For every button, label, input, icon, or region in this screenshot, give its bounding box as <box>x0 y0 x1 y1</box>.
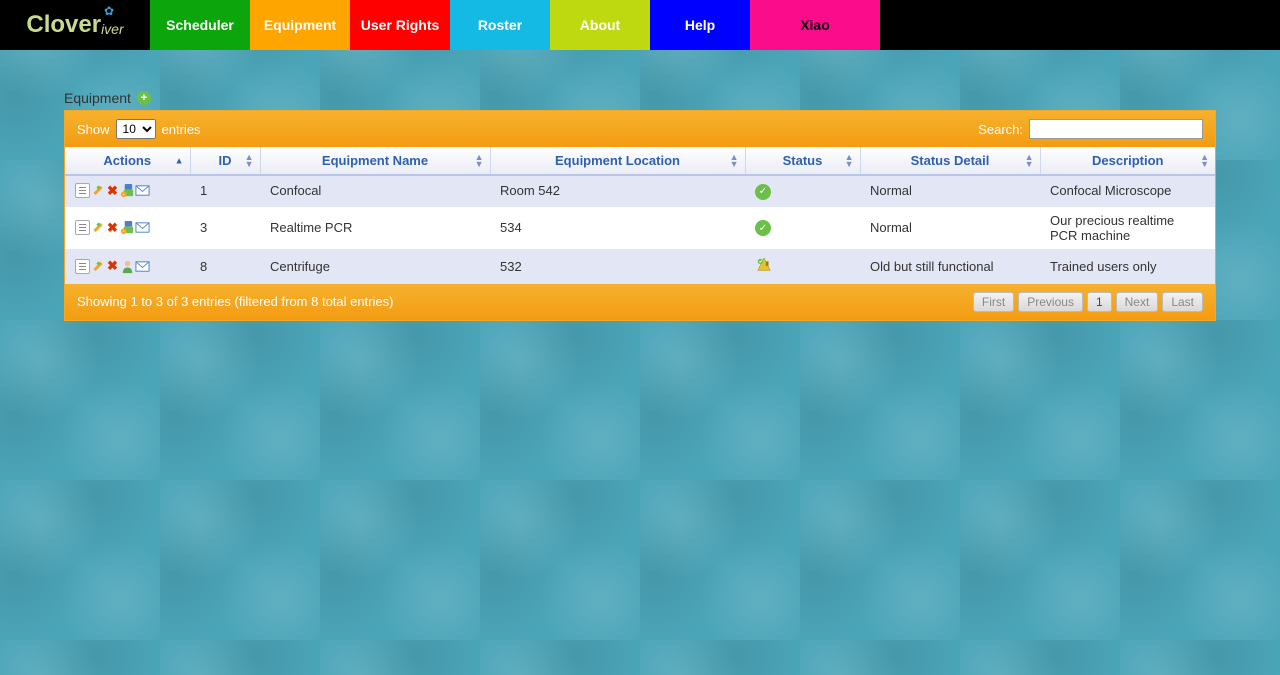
datatable: Show 10 entries Search: Actions▲ ID▲▼ Eq… <box>64 110 1216 321</box>
page-title-row: Equipment + <box>64 90 1216 106</box>
page-number-button[interactable]: 1 <box>1087 292 1112 312</box>
cell-name: Confocal <box>260 175 490 206</box>
cell-id: 8 <box>190 249 260 283</box>
mail-icon[interactable] <box>135 220 150 235</box>
table-row: ✖ 8Centrifuge532 Old but still functionalT… <box>65 249 1215 283</box>
sort-icon: ▲▼ <box>1200 154 1209 168</box>
status-ok-icon: ✓ <box>755 184 771 200</box>
svg-text:+: + <box>122 229 125 234</box>
header-row: Actions▲ ID▲▼ Equipment Name▲▼ Equipment… <box>65 147 1215 175</box>
pagination: First Previous 1 Next Last <box>973 292 1203 312</box>
page-title: Equipment <box>64 90 131 106</box>
detail-icon[interactable] <box>75 220 90 235</box>
detail-icon[interactable] <box>75 183 90 198</box>
table-row: ✖+1ConfocalRoom 542 ✓ NormalConfocal Micro… <box>65 175 1215 206</box>
datatable-info: Showing 1 to 3 of 3 entries (filtered fr… <box>77 294 394 309</box>
page-next-button[interactable]: Next <box>1116 292 1159 312</box>
col-header-actions[interactable]: Actions▲ <box>65 147 190 175</box>
content: Equipment + Show 10 entries Search: Acti… <box>64 90 1216 321</box>
cell-status: ✓ <box>745 175 860 206</box>
add-permission-icon[interactable]: + <box>120 220 135 235</box>
sort-icon: ▲ <box>175 157 184 164</box>
nav-about[interactable]: About <box>550 0 650 50</box>
col-header-location[interactable]: Equipment Location▲▼ <box>490 147 745 175</box>
top-nav: Cloveriver ✿ Scheduler Equipment User Ri… <box>0 0 1280 50</box>
cell-location: 534 <box>490 206 745 249</box>
svg-text:+: + <box>122 192 125 197</box>
nav-roster[interactable]: Roster <box>450 0 550 50</box>
search-input[interactable] <box>1029 119 1203 139</box>
brand-sub: iver <box>101 21 124 37</box>
col-header-status[interactable]: Status▲▼ <box>745 147 860 175</box>
cell-id: 3 <box>190 206 260 249</box>
mail-icon[interactable] <box>135 183 150 198</box>
cell-name: Centrifuge <box>260 249 490 283</box>
delete-icon[interactable]: ✖ <box>105 183 120 198</box>
page-first-button[interactable]: First <box>973 292 1014 312</box>
cell-description: Our precious realtime PCR machine <box>1040 206 1215 249</box>
cell-actions: ✖ <box>65 249 190 283</box>
add-equipment-icon[interactable]: + <box>137 91 151 105</box>
nav-equipment[interactable]: Equipment <box>250 0 350 50</box>
cell-location: 532 <box>490 249 745 283</box>
col-header-status-detail[interactable]: Status Detail▲▼ <box>860 147 1040 175</box>
cell-status: ✓ <box>745 206 860 249</box>
nav-scheduler[interactable]: Scheduler <box>150 0 250 50</box>
delete-icon[interactable]: ✖ <box>105 220 120 235</box>
edit-icon[interactable] <box>90 183 105 198</box>
sort-icon: ▲▼ <box>845 154 854 168</box>
edit-icon[interactable] <box>90 259 105 274</box>
nav-current-user[interactable]: Xiao <box>750 0 880 50</box>
datatable-bottom-bar: Showing 1 to 3 of 3 entries (filtered fr… <box>65 284 1215 320</box>
cell-name: Realtime PCR <box>260 206 490 249</box>
search-label: Search: <box>978 122 1023 137</box>
col-header-name[interactable]: Equipment Name▲▼ <box>260 147 490 175</box>
cell-actions: ✖+ <box>65 175 190 206</box>
edit-icon[interactable] <box>90 220 105 235</box>
user-icon[interactable] <box>120 259 135 274</box>
sort-icon: ▲▼ <box>245 154 254 168</box>
mail-icon[interactable] <box>135 259 150 274</box>
sort-icon: ▲▼ <box>1025 154 1034 168</box>
add-permission-icon[interactable]: + <box>120 183 135 198</box>
cell-status-detail: Normal <box>860 175 1040 206</box>
cell-id: 1 <box>190 175 260 206</box>
status-ok-icon: ✓ <box>755 220 771 236</box>
brand-logo: Cloveriver ✿ <box>0 0 150 50</box>
nav-help[interactable]: Help <box>650 0 750 50</box>
cell-description: Confocal Microscope <box>1040 175 1215 206</box>
cell-status-detail: Old but still functional <box>860 249 1040 283</box>
nav-user-rights[interactable]: User Rights <box>350 0 450 50</box>
equipment-table: Actions▲ ID▲▼ Equipment Name▲▼ Equipment… <box>65 147 1215 284</box>
page-length-select[interactable]: 10 <box>116 119 156 139</box>
col-header-id[interactable]: ID▲▼ <box>190 147 260 175</box>
status-warn-icon <box>755 256 773 277</box>
clover-icon: ✿ <box>104 4 114 18</box>
show-label-post: entries <box>162 122 201 137</box>
cell-location: Room 542 <box>490 175 745 206</box>
length-control: Show 10 entries <box>77 119 201 139</box>
sort-icon: ▲▼ <box>475 154 484 168</box>
brand-main: Clover <box>26 11 101 39</box>
show-label-pre: Show <box>77 122 110 137</box>
cell-status-detail: Normal <box>860 206 1040 249</box>
detail-icon[interactable] <box>75 259 90 274</box>
sort-icon: ▲▼ <box>730 154 739 168</box>
col-header-description[interactable]: Description▲▼ <box>1040 147 1215 175</box>
datatable-top-bar: Show 10 entries Search: <box>65 111 1215 147</box>
page-previous-button[interactable]: Previous <box>1018 292 1083 312</box>
cell-description: Trained users only <box>1040 249 1215 283</box>
cell-status <box>745 249 860 283</box>
cell-actions: ✖+ <box>65 206 190 249</box>
page-last-button[interactable]: Last <box>1162 292 1203 312</box>
delete-icon[interactable]: ✖ <box>105 259 120 274</box>
table-row: ✖+3Realtime PCR534 ✓ NormalOur precious re… <box>65 206 1215 249</box>
search-control: Search: <box>978 119 1203 139</box>
